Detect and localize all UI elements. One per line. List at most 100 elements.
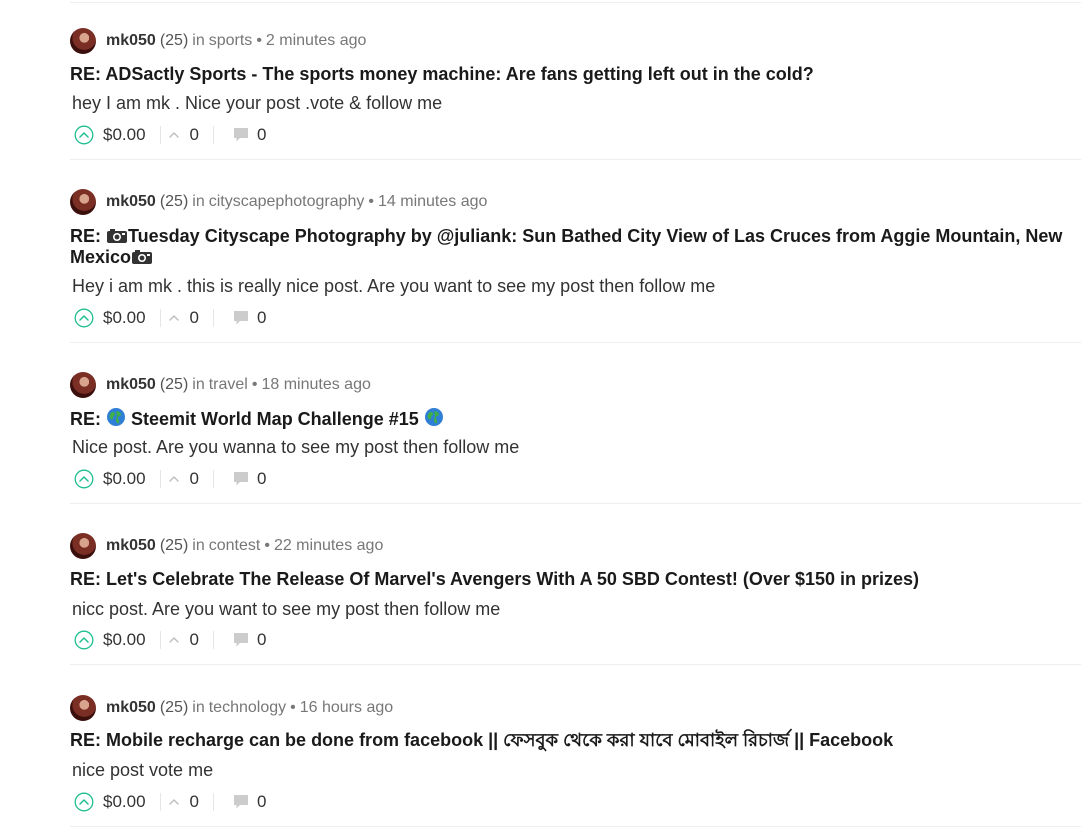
author-link[interactable]: mk050: [106, 699, 156, 717]
timestamp-link[interactable]: 22 minutes ago: [274, 537, 383, 555]
payout-value[interactable]: $0.00: [103, 125, 146, 145]
post-body[interactable]: nicc post. Are you want to see my post t…: [72, 598, 500, 620]
camera-icon: [132, 250, 153, 264]
post-body[interactable]: hey I am mk . Nice your post .vote & fol…: [72, 92, 442, 114]
chevron-up-icon: [168, 637, 179, 643]
globe-icon: [424, 408, 443, 426]
comment-bubble-icon[interactable]: [232, 126, 250, 144]
post-title[interactable]: RE: Tuesday Cityscape Photography by @ju…: [70, 226, 1081, 268]
upvote-circle-icon[interactable]: [74, 469, 94, 489]
upvote-circle-icon[interactable]: [74, 630, 94, 650]
vote-count: 0: [189, 792, 200, 811]
category-link[interactable]: contest: [209, 537, 261, 555]
post-meta: mk050 (25) in travel • 18 minutes ago: [70, 370, 371, 400]
votes-group[interactable]: 0: [165, 308, 199, 328]
divider: [213, 470, 215, 488]
reputation: (25): [159, 376, 189, 393]
avatar[interactable]: [70, 372, 96, 398]
comment-bubble-icon[interactable]: [232, 631, 250, 649]
post-footer: $0.00 0 0: [74, 123, 266, 147]
category-link[interactable]: travel: [209, 376, 248, 394]
reputation: (25): [159, 193, 189, 210]
reply-count[interactable]: 0: [257, 125, 266, 145]
avatar[interactable]: [70, 28, 96, 54]
reply-count[interactable]: 0: [257, 469, 266, 489]
payout-value[interactable]: $0.00: [103, 308, 146, 328]
votes-group[interactable]: 0: [165, 469, 199, 489]
upvote-circle-icon[interactable]: [74, 792, 94, 812]
author-link[interactable]: mk050: [106, 376, 156, 394]
category-link[interactable]: sports: [209, 32, 253, 50]
post-title-text: RE: Mobile recharge can be done from fac…: [70, 730, 894, 750]
comment-bubble-icon[interactable]: [232, 309, 250, 327]
votes-group[interactable]: 0: [165, 125, 199, 145]
reply-count[interactable]: 0: [257, 792, 266, 812]
post-title-main: Tuesday Cityscape Photography by @julian…: [70, 226, 1063, 267]
post-body[interactable]: Hey i am mk . this is really nice post. …: [72, 275, 715, 297]
post-title-text: RE: ADSactly Sports - The sports money m…: [70, 64, 814, 84]
camera-icon: [107, 229, 127, 243]
post-title-prefix: RE:: [70, 226, 106, 246]
timestamp-link[interactable]: 2 minutes ago: [266, 32, 367, 50]
chevron-up-icon: [168, 132, 179, 138]
bullet: •: [251, 376, 258, 393]
author-link[interactable]: mk050: [106, 32, 156, 50]
divider: [159, 793, 161, 811]
post-title[interactable]: RE: Steemit World Map Challenge #15: [70, 407, 1081, 430]
comment-feed: mk050 (25) in sports • 2 minutes ago RE:…: [0, 0, 1081, 830]
avatar[interactable]: [70, 533, 96, 559]
reply-count[interactable]: 0: [257, 308, 266, 328]
in-label: in: [192, 193, 205, 210]
payout-value[interactable]: $0.00: [103, 630, 146, 650]
vote-count: 0: [189, 308, 200, 327]
comment-bubble-icon[interactable]: [232, 470, 250, 488]
list-item: mk050 (25) in contest • 22 minutes ago R…: [70, 531, 1081, 665]
post-footer: $0.00 0 0: [74, 467, 266, 491]
list-item: mk050 (25) in technology • 16 hours ago …: [70, 693, 1081, 827]
post-title[interactable]: RE: Let's Celebrate The Release Of Marve…: [70, 569, 1081, 590]
category-link[interactable]: cityscapephotography: [209, 193, 365, 211]
post-body[interactable]: Nice post. Are you wanna to see my post …: [72, 436, 519, 458]
reputation: (25): [159, 32, 189, 49]
divider: [159, 470, 161, 488]
post-meta: mk050 (25) in cityscapephotography • 14 …: [70, 187, 487, 217]
vote-count: 0: [189, 630, 200, 649]
author-link[interactable]: mk050: [106, 537, 156, 555]
timestamp-link[interactable]: 16 hours ago: [300, 699, 393, 717]
payout-value[interactable]: $0.00: [103, 792, 146, 812]
post-title[interactable]: RE: Mobile recharge can be done from fac…: [70, 730, 1081, 751]
post-title-main: Steemit World Map Challenge #15: [126, 409, 424, 429]
comment-bubble-icon[interactable]: [232, 793, 250, 811]
avatar[interactable]: [70, 695, 96, 721]
votes-group[interactable]: 0: [165, 630, 199, 650]
post-meta: mk050 (25) in contest • 22 minutes ago: [70, 531, 383, 561]
bullet: •: [264, 537, 270, 554]
upvote-circle-icon[interactable]: [74, 308, 94, 328]
list-item: mk050 (25) in sports • 2 minutes ago RE:…: [70, 26, 1081, 160]
bullet: •: [368, 193, 374, 210]
post-footer: $0.00 0 0: [74, 790, 266, 814]
bullet: •: [290, 699, 296, 716]
timestamp-link[interactable]: 18 minutes ago: [261, 376, 370, 394]
post-title-text: RE: Let's Celebrate The Release Of Marve…: [70, 569, 919, 589]
timestamp-link[interactable]: 14 minutes ago: [378, 193, 487, 211]
chevron-up-icon: [168, 476, 179, 482]
avatar[interactable]: [70, 189, 96, 215]
post-body[interactable]: nice post vote me: [72, 759, 213, 781]
votes-group[interactable]: 0: [165, 792, 199, 812]
post-meta: mk050 (25) in sports • 2 minutes ago: [70, 26, 366, 56]
payout-value[interactable]: $0.00: [103, 469, 146, 489]
vote-count: 0: [189, 469, 200, 488]
bullet: •: [256, 32, 262, 49]
category-link[interactable]: technology: [209, 699, 286, 717]
globe-icon: [107, 408, 125, 426]
vote-count: 0: [189, 125, 200, 144]
author-link[interactable]: mk050: [106, 193, 156, 211]
post-title-prefix: RE:: [70, 409, 106, 429]
upvote-circle-icon[interactable]: [74, 125, 94, 145]
divider: [159, 126, 161, 144]
divider: [213, 309, 215, 327]
chevron-up-icon: [168, 799, 179, 805]
reply-count[interactable]: 0: [257, 630, 266, 650]
post-title[interactable]: RE: ADSactly Sports - The sports money m…: [70, 64, 1081, 85]
